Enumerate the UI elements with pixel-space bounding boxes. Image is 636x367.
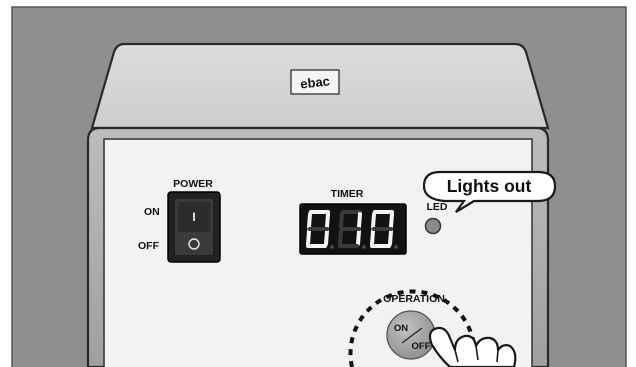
power-switch[interactable]: I — [167, 191, 221, 263]
timer-digit-segment — [339, 212, 344, 229]
callout-text: Lights out — [447, 176, 532, 196]
operation-button[interactable]: ON OFF — [386, 310, 436, 360]
brand-logo: ebac — [290, 69, 340, 95]
timer-digit-segment — [324, 229, 329, 246]
power-switch-on-mark: I — [192, 210, 195, 224]
timer-decimal-dot — [330, 245, 334, 249]
timer-title: TIMER — [331, 188, 364, 200]
operation-title: OPERATION — [383, 293, 445, 305]
power-title: POWER — [173, 178, 213, 190]
timer-digit-segment — [389, 212, 394, 229]
device-illustration: ebac POWER ON OFF I TIMER LED Lights out — [0, 0, 636, 367]
timer-digit-segment — [306, 229, 311, 246]
power-on-label: ON — [144, 206, 160, 218]
timer-digit-segment — [388, 229, 393, 246]
timer-digit-segment — [357, 212, 362, 229]
timer-digit-segment — [356, 229, 361, 246]
timer-decimal-dot — [362, 245, 366, 249]
led-indicator — [424, 217, 442, 235]
operation-button-off: OFF — [412, 341, 431, 352]
timer-digit-segment — [371, 212, 376, 229]
timer-digit-segment — [325, 212, 330, 229]
brand-logo-text: ebac — [300, 73, 331, 91]
power-off-label: OFF — [138, 240, 160, 252]
timer-digit-segment — [370, 229, 375, 246]
operation-button-on: ON — [394, 323, 408, 334]
timer-digit-segment — [338, 229, 343, 246]
timer-digit-segment — [307, 212, 312, 229]
timer-decimal-dot — [394, 245, 398, 249]
led-label: LED — [427, 201, 448, 213]
